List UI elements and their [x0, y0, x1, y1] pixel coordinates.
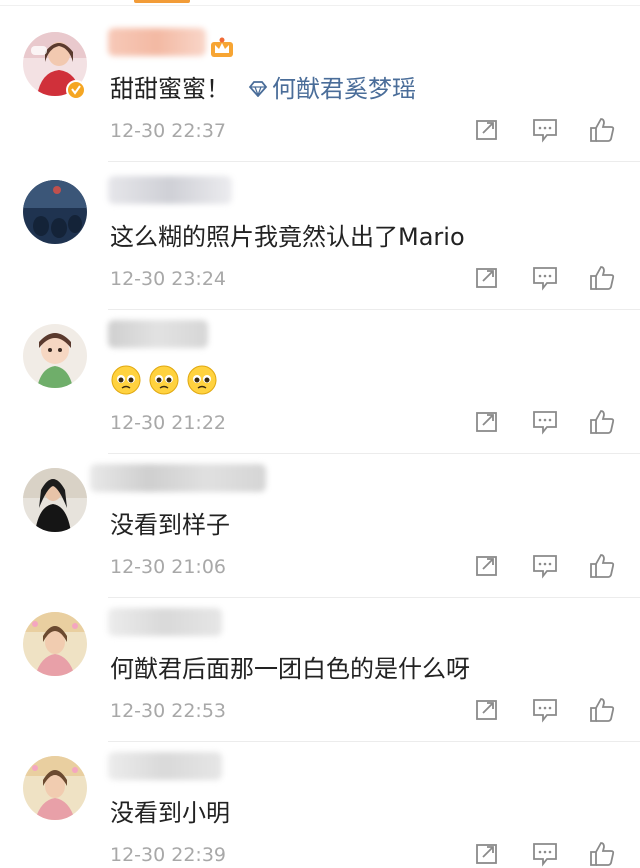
- emoji-row: [110, 364, 218, 396]
- comment-text: 何猷君后面那一团白色的是什么呀: [110, 654, 470, 684]
- comment-timestamp: 12-30 21:22: [110, 412, 227, 434]
- comment-body: 甜甜蜜蜜！: [110, 75, 230, 103]
- comment-body: 没看到小明: [110, 799, 230, 827]
- comment-item: 没看到样子 12-30 21:06: [0, 436, 640, 598]
- thumbs-up-icon: [590, 118, 615, 142]
- comment-text: 甜甜蜜蜜！ 何猷君奚梦瑶: [110, 74, 416, 104]
- username-blurred[interactable]: [108, 608, 222, 636]
- repost-button[interactable]: [472, 408, 502, 436]
- repost-icon: [476, 700, 497, 720]
- comment-button[interactable]: [530, 840, 560, 868]
- thumbs-up-icon: [590, 842, 615, 866]
- thumbs-up-icon: [590, 554, 615, 578]
- username-blurred[interactable]: [108, 752, 222, 780]
- comment-body: 这么糊的照片我竟然认出了Mario: [110, 223, 465, 251]
- thumbs-up-icon: [590, 266, 615, 290]
- comment-button[interactable]: [530, 264, 560, 292]
- username-blurred[interactable]: [108, 176, 232, 204]
- comment-item: 这么糊的照片我竟然认出了Mario 12-30 23:24: [0, 148, 640, 310]
- comment-text: 没看到小明: [110, 798, 230, 828]
- repost-button[interactable]: [472, 840, 502, 868]
- comment-list: 甜甜蜜蜜！ 何猷君奚梦瑶 12-30 22:37 这么糊的照片我竟然认出了Mar…: [0, 0, 640, 867]
- comment-icon: [533, 843, 557, 867]
- repost-icon: [476, 844, 497, 864]
- comment-icon: [533, 119, 557, 143]
- like-button[interactable]: [587, 264, 617, 292]
- pleading-face-emoji-icon: [149, 365, 179, 395]
- crown-badge-icon: [211, 37, 233, 57]
- avatar[interactable]: [23, 756, 87, 820]
- like-button[interactable]: [587, 552, 617, 580]
- comment-timestamp: 12-30 23:24: [110, 268, 227, 290]
- repost-button[interactable]: [472, 264, 502, 292]
- comment-button[interactable]: [530, 408, 560, 436]
- comment-item: 何猷君后面那一团白色的是什么呀 12-30 22:53: [0, 580, 640, 742]
- pleading-face-emoji-icon: [187, 365, 217, 395]
- avatar[interactable]: [23, 180, 87, 244]
- comment-timestamp: 12-30 22:37: [110, 120, 227, 142]
- comment-timestamp: 12-30 21:06: [110, 556, 227, 578]
- comment-button[interactable]: [530, 696, 560, 724]
- comment-button[interactable]: [530, 552, 560, 580]
- comment-icon: [533, 267, 557, 291]
- comment-button[interactable]: [530, 116, 560, 144]
- verified-badge-icon: [66, 80, 86, 100]
- diamond-topic-icon: [248, 81, 268, 97]
- repost-icon: [476, 556, 497, 576]
- like-button[interactable]: [587, 408, 617, 436]
- comment-item: 甜甜蜜蜜！ 何猷君奚梦瑶 12-30 22:37: [0, 0, 640, 162]
- comment-text: 这么糊的照片我竟然认出了Mario: [110, 222, 465, 252]
- repost-button[interactable]: [472, 552, 502, 580]
- repost-button[interactable]: [472, 696, 502, 724]
- repost-icon: [476, 120, 497, 140]
- repost-icon: [476, 412, 497, 432]
- avatar[interactable]: [23, 324, 87, 388]
- like-button[interactable]: [587, 116, 617, 144]
- topic-link-label: 何猷君奚梦瑶: [272, 75, 416, 103]
- comment-item: 没看到小明 12-30 22:39: [0, 724, 640, 867]
- username-blurred[interactable]: [108, 28, 206, 56]
- pleading-face-emoji-icon: [111, 365, 141, 395]
- comment-text: 没看到样子: [110, 510, 230, 540]
- comment-icon: [533, 411, 557, 435]
- repost-icon: [476, 268, 497, 288]
- comment-timestamp: 12-30 22:53: [110, 700, 227, 722]
- thumbs-up-icon: [590, 698, 615, 722]
- username-blurred[interactable]: [90, 464, 266, 492]
- like-button[interactable]: [587, 840, 617, 868]
- thumbs-up-icon: [590, 410, 615, 434]
- comment-body: 没看到样子: [110, 511, 230, 539]
- like-button[interactable]: [587, 696, 617, 724]
- comment-item: 12-30 21:22: [0, 292, 640, 454]
- repost-button[interactable]: [472, 116, 502, 144]
- topic-link[interactable]: 何猷君奚梦瑶: [248, 74, 416, 104]
- comment-body: 何猷君后面那一团白色的是什么呀: [110, 655, 470, 683]
- username-blurred[interactable]: [108, 320, 208, 348]
- avatar[interactable]: [23, 468, 87, 532]
- comment-icon: [533, 555, 557, 579]
- comment-icon: [533, 699, 557, 723]
- avatar[interactable]: [23, 612, 87, 676]
- comment-timestamp: 12-30 22:39: [110, 844, 227, 866]
